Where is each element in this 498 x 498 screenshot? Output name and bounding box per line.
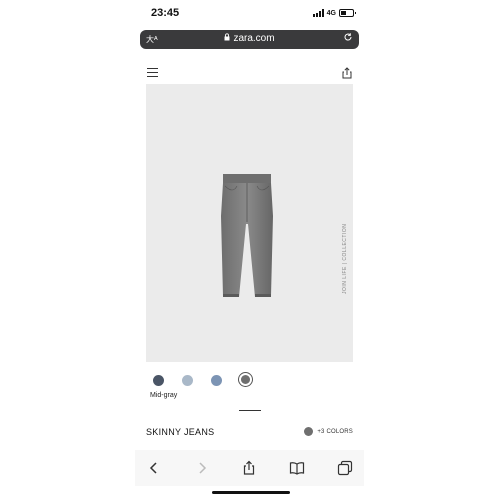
url-text: zara.com <box>233 33 275 44</box>
lock-icon <box>224 33 230 43</box>
product-image[interactable]: JOIN LIFE | COLLECTION <box>146 84 353 362</box>
status-bar: 23:45 4G <box>135 0 364 28</box>
color-swatch[interactable] <box>182 375 193 386</box>
reload-icon[interactable] <box>343 32 353 45</box>
phone-screen: 23:45 4G 大ᴬ zara.com JOIN LIFE | COLLECT… <box>135 0 364 498</box>
more-colors-dot <box>304 427 314 436</box>
share-icon[interactable] <box>241 460 257 476</box>
color-swatch[interactable] <box>211 375 222 386</box>
signal-icon <box>312 9 324 17</box>
selected-color-name: Mid-gray <box>150 392 178 399</box>
menu-icon[interactable] <box>147 68 158 77</box>
color-swatches <box>153 372 303 390</box>
home-indicator <box>212 491 290 494</box>
network-type: 4G <box>326 9 336 17</box>
share-icon[interactable] <box>340 66 354 80</box>
color-swatch[interactable] <box>153 375 164 386</box>
tabs-icon[interactable] <box>337 460 353 476</box>
browser-toolbar <box>135 450 364 486</box>
status-indicators: 4G <box>312 9 356 17</box>
url-display[interactable]: zara.com <box>140 33 359 44</box>
collection-label: JOIN LIFE | COLLECTION <box>342 223 348 294</box>
back-icon[interactable] <box>146 460 162 476</box>
more-colors-button[interactable]: +3 COLORS <box>304 427 353 436</box>
color-swatch-selected[interactable] <box>238 372 253 387</box>
site-header <box>135 62 364 82</box>
product-name: SKINNY JEANS <box>146 427 215 437</box>
more-colors-label: +3 COLORS <box>317 428 353 435</box>
image-pager-indicator <box>239 410 261 411</box>
address-bar[interactable]: 大ᴬ zara.com <box>140 30 359 49</box>
status-time: 23:45 <box>151 7 180 19</box>
forward-icon[interactable] <box>194 460 210 476</box>
jeans-image <box>215 172 279 300</box>
battery-icon <box>339 9 356 17</box>
bookmarks-icon[interactable] <box>289 460 305 476</box>
